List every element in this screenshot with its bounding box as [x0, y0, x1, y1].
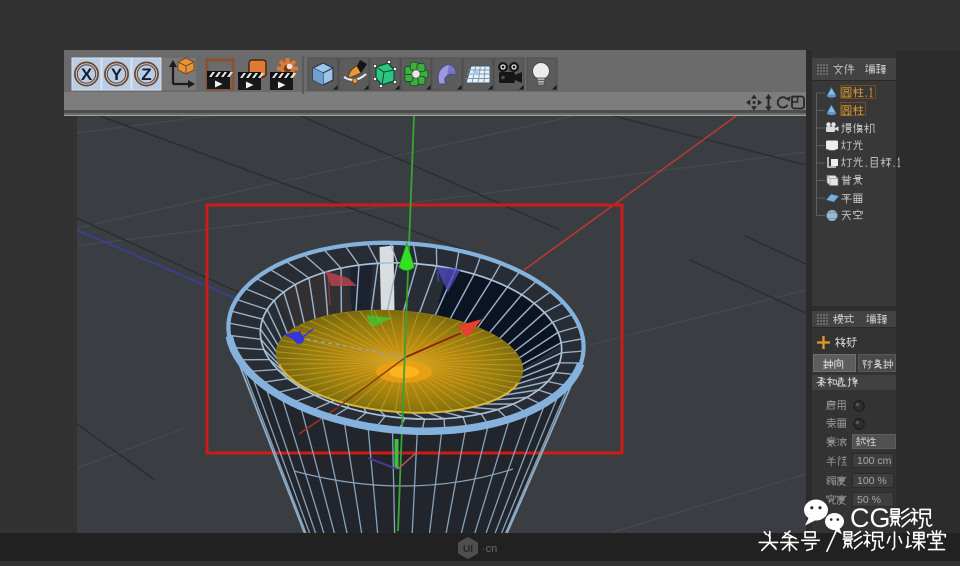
svg-text:·cn: ·cn: [482, 543, 497, 555]
svg-text:UI: UI: [463, 544, 473, 555]
svg-text:Z: Z: [141, 65, 151, 84]
svg-text:Y: Y: [111, 65, 123, 84]
svg-text:X: X: [81, 65, 93, 84]
